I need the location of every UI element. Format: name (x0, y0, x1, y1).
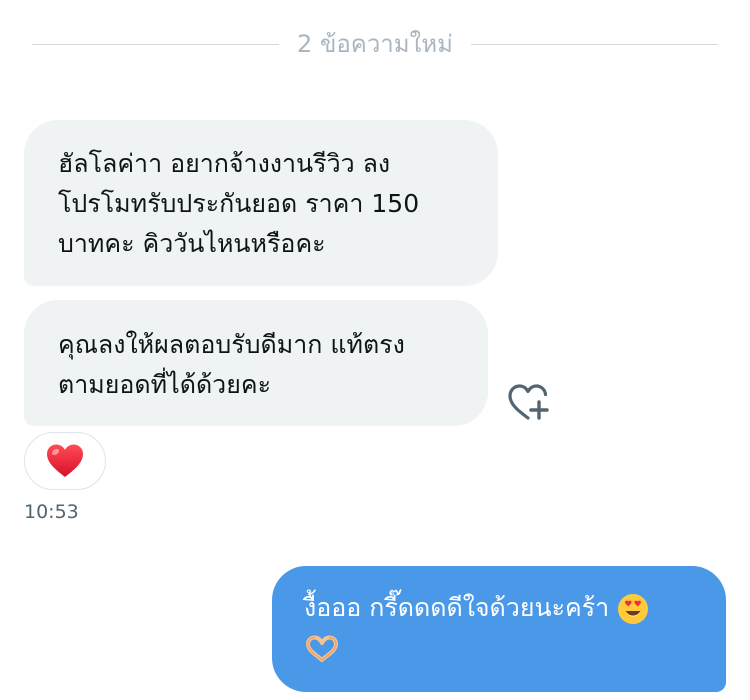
red-heart-emoji (47, 444, 83, 477)
message-bubble-incoming[interactable]: ฮัลโลค่าา อยากจ้างงานรีวิว ลง โปรโมทรับป… (24, 120, 498, 286)
smiling-face-with-heart-eyes-emoji (618, 594, 649, 624)
divider-line-right (470, 43, 718, 45)
new-messages-label: 2 ข้อความใหม่ (297, 30, 453, 58)
heart-plus-icon (508, 384, 549, 420)
reaction-chip[interactable] (24, 432, 106, 490)
message-text-line: ฮัลโลค่าา อยากจ้างงานรีวิว ลง (58, 149, 391, 178)
message-text-line: โปรโมทรับประกันยอด ราคา 150 (58, 189, 420, 218)
message-bubble-outgoing[interactable]: งื้อออ กรี๊ดดดดีใจด้วยนะคร้า (272, 566, 726, 692)
divider-line-left (32, 43, 280, 45)
message-bubble-incoming[interactable]: คุณลงให้ผลตอบรับดีมาก แท้ตรง ตามยอดที่ได… (24, 300, 488, 426)
message-text-line (304, 628, 710, 668)
new-messages-divider: 2 ข้อความใหม่ (32, 24, 718, 64)
message-text-line: คุณลงให้ผลตอบรับดีมาก แท้ตรง (58, 330, 405, 359)
dm-conversation: 2 ข้อความใหม่ ฮัลโลค่าา อยากจ้างงานรีวิว… (0, 0, 750, 700)
message-timestamp: 10:53 (24, 501, 79, 523)
add-reaction-button[interactable] (506, 382, 552, 424)
message-text-line: งื้อออ กรี๊ดดดดีใจด้วยนะคร้า (304, 588, 710, 628)
message-text: งื้อออ กรี๊ดดดดีใจด้วยนะคร้า (304, 593, 610, 622)
message-text-line: บาทคะ คิววันไหนหรือคะ (58, 229, 326, 258)
heart-hands-emoji (306, 635, 338, 662)
message-text-line: ตามยอดที่ได้ด้วยคะ (58, 370, 272, 399)
